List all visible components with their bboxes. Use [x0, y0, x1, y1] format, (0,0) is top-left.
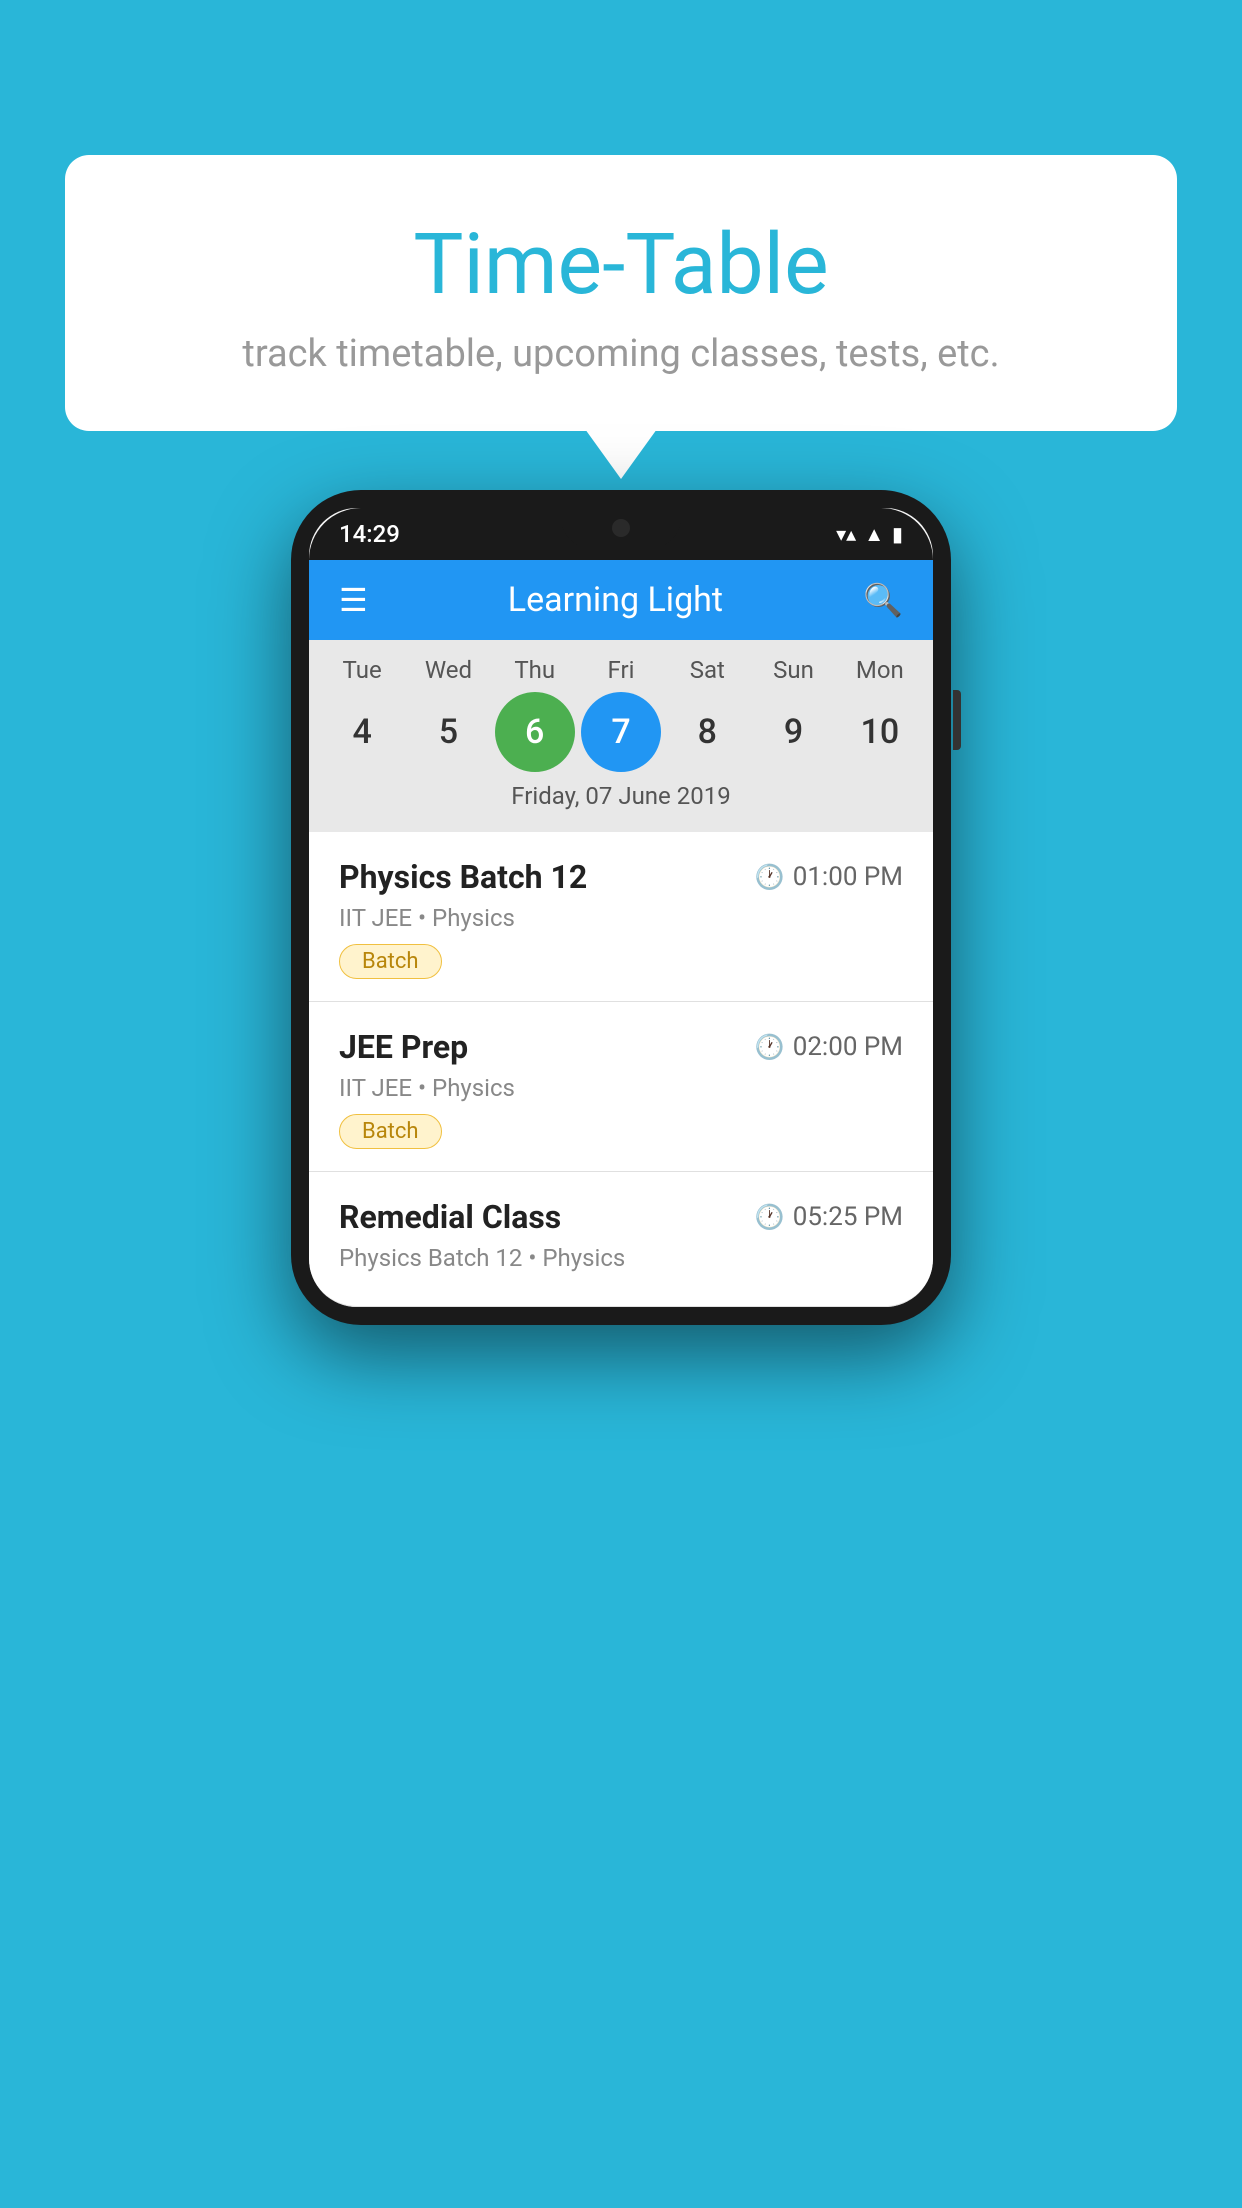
day-header-tue: Tue: [322, 656, 402, 684]
speech-bubble-container: Time-Table track timetable, upcoming cla…: [65, 155, 1177, 431]
camera: [612, 519, 630, 537]
day-4[interactable]: 4: [322, 692, 402, 772]
app-feature-subtitle: track timetable, upcoming classes, tests…: [145, 332, 1097, 376]
signal-icon: ▲: [864, 522, 884, 547]
menu-icon[interactable]: ☰: [339, 584, 368, 616]
class-time-1: 🕐 01:00 PM: [755, 862, 903, 892]
day-headers: Tue Wed Thu Fri Sat Sun Mon: [309, 656, 933, 684]
status-time: 14:29: [339, 520, 400, 548]
class-meta-1: IIT JEE • Physics: [339, 904, 903, 932]
search-icon[interactable]: 🔍: [863, 581, 903, 619]
day-header-thu: Thu: [495, 656, 575, 684]
class-item-3-header: Remedial Class 🕐 05:25 PM: [339, 1198, 903, 1236]
class-item-3[interactable]: Remedial Class 🕐 05:25 PM Physics Batch …: [309, 1172, 933, 1307]
day-7-selected[interactable]: 7: [581, 692, 661, 772]
class-meta-3: Physics Batch 12 • Physics: [339, 1244, 903, 1272]
wifi-icon: ▾▴: [836, 522, 856, 546]
class-item-1[interactable]: Physics Batch 12 🕐 01:00 PM IIT JEE • Ph…: [309, 832, 933, 1002]
class-item-1-header: Physics Batch 12 🕐 01:00 PM: [339, 858, 903, 896]
day-10[interactable]: 10: [840, 692, 920, 772]
phone-notch: [561, 508, 681, 548]
batch-badge-1: Batch: [339, 944, 442, 979]
app-header: ☰ Learning Light 🔍: [309, 560, 933, 640]
day-numbers: 4 5 6 7 8 9 10: [309, 692, 933, 772]
day-8[interactable]: 8: [667, 692, 747, 772]
day-header-mon: Mon: [840, 656, 920, 684]
battery-icon: ▮: [892, 522, 903, 546]
clock-icon-3: 🕐: [755, 1203, 785, 1231]
selected-date-label: Friday, 07 June 2019: [309, 772, 933, 824]
app-title: Learning Light: [508, 580, 723, 620]
class-name-2: JEE Prep: [339, 1028, 468, 1066]
phone-mockup: 14:29 ▾▴ ▲ ▮ ☰ Learning Light 🔍 Tue: [291, 490, 951, 1325]
class-name-1: Physics Batch 12: [339, 858, 587, 896]
clock-icon-1: 🕐: [755, 863, 785, 891]
class-time-2: 🕐 02:00 PM: [755, 1032, 903, 1062]
day-header-sat: Sat: [667, 656, 747, 684]
app-feature-title: Time-Table: [145, 215, 1097, 314]
phone-side-button: [953, 690, 961, 750]
day-header-wed: Wed: [408, 656, 488, 684]
day-6-today[interactable]: 6: [495, 692, 575, 772]
day-5[interactable]: 5: [408, 692, 488, 772]
class-meta-2: IIT JEE • Physics: [339, 1074, 903, 1102]
class-item-2[interactable]: JEE Prep 🕐 02:00 PM IIT JEE • Physics Ba…: [309, 1002, 933, 1172]
status-icons: ▾▴ ▲ ▮: [836, 522, 903, 547]
class-name-3: Remedial Class: [339, 1198, 561, 1236]
class-time-3: 🕐 05:25 PM: [755, 1202, 903, 1232]
status-bar: 14:29 ▾▴ ▲ ▮: [309, 508, 933, 560]
calendar-strip: Tue Wed Thu Fri Sat Sun Mon 4 5 6 7 8 9 …: [309, 640, 933, 832]
day-9[interactable]: 9: [754, 692, 834, 772]
phone-screen: 14:29 ▾▴ ▲ ▮ ☰ Learning Light 🔍 Tue: [309, 508, 933, 1307]
phone-body: 14:29 ▾▴ ▲ ▮ ☰ Learning Light 🔍 Tue: [291, 490, 951, 1325]
day-header-fri: Fri: [581, 656, 661, 684]
class-item-2-header: JEE Prep 🕐 02:00 PM: [339, 1028, 903, 1066]
speech-bubble: Time-Table track timetable, upcoming cla…: [65, 155, 1177, 431]
batch-badge-2: Batch: [339, 1114, 442, 1149]
day-header-sun: Sun: [754, 656, 834, 684]
clock-icon-2: 🕐: [755, 1033, 785, 1061]
